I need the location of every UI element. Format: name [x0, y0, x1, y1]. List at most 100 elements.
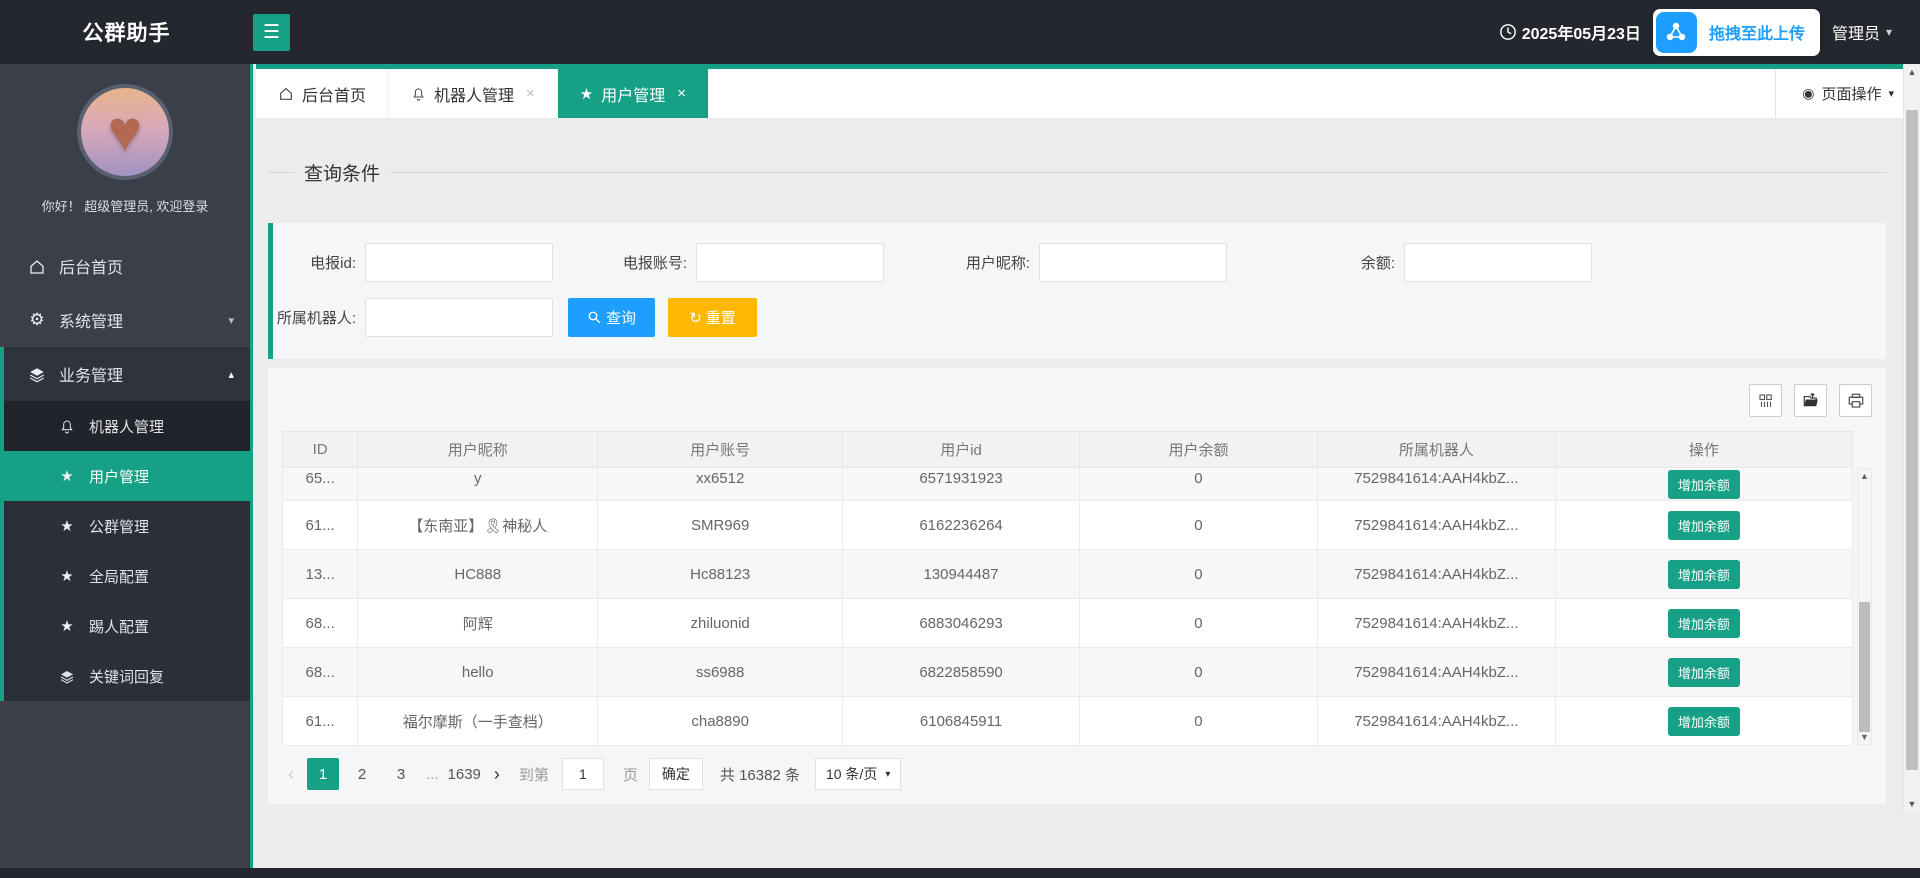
star-icon: ★	[57, 517, 77, 535]
layers-icon	[27, 364, 47, 384]
cell-balance: 0	[1080, 697, 1318, 746]
sidebar-item-system[interactable]: ⚙ 系统管理 ▾	[0, 293, 250, 347]
add-balance-button[interactable]: 增加余额	[1668, 560, 1740, 589]
nickname-input[interactable]	[1039, 243, 1227, 282]
sidebar-item-kick[interactable]: ★ 踢人配置	[4, 601, 250, 651]
search-icon	[587, 310, 602, 325]
sidebar-item-home[interactable]: 后台首页	[0, 239, 250, 293]
tg-id-label: 电报id:	[273, 252, 365, 273]
avatar[interactable]: ♥	[77, 84, 173, 180]
sidebar-item-business[interactable]: 业务管理 ▴	[4, 347, 250, 401]
search-button[interactable]: 查询	[568, 298, 655, 337]
prev-page-icon[interactable]: ‹	[282, 764, 300, 785]
add-balance-button[interactable]: 增加余额	[1668, 609, 1740, 638]
sidebar-item-user[interactable]: ★ 用户管理	[4, 451, 250, 501]
search-button-label: 查询	[606, 307, 636, 328]
table-row: 68... hello ss6988 6822858590 0 75298416…	[283, 648, 1853, 697]
page-button-last[interactable]: 1639	[448, 758, 481, 790]
export-button[interactable]	[1794, 384, 1827, 417]
goto-page-input[interactable]	[562, 758, 604, 790]
table-panel: ID 用户昵称 用户账号 用户id 用户余额 所属机器人 操作 65...	[268, 368, 1886, 804]
scroll-up-icon[interactable]: ▲	[1858, 471, 1871, 481]
col-header-balance[interactable]: 用户余额	[1080, 432, 1318, 468]
sidebar-item-label: 公群管理	[89, 516, 149, 537]
scroll-down-icon[interactable]: ▼	[1858, 732, 1871, 742]
page-scrollbar[interactable]: ▲ ▼	[1903, 64, 1920, 812]
close-icon[interactable]: ×	[677, 85, 686, 102]
scroll-down-icon[interactable]: ▼	[1904, 799, 1920, 809]
cell-nickname: y	[358, 468, 598, 501]
page-button-1[interactable]: 1	[307, 758, 339, 790]
hamburger-menu-button[interactable]: ☰	[253, 14, 290, 51]
columns-filter-button[interactable]	[1749, 384, 1782, 417]
upload-dropzone[interactable]: 拖拽至此上传	[1653, 9, 1820, 56]
col-header-bot[interactable]: 所属机器人	[1317, 432, 1555, 468]
cell-account: ss6988	[598, 648, 843, 697]
cell-balance: 0	[1080, 599, 1318, 648]
user-menu[interactable]: 管理员 ▾	[1832, 20, 1892, 44]
sidebar-menu: 后台首页 ⚙ 系统管理 ▾ 业务管理 ▴ 机器人管理	[0, 239, 250, 701]
bot-label: 所属机器人:	[273, 307, 365, 328]
chevron-down-icon: ▾	[1886, 25, 1892, 39]
table-scrollbar[interactable]: ▲ ▼	[1857, 468, 1872, 745]
page-operations-dropdown[interactable]: ◉ 页面操作 ▾	[1775, 69, 1920, 118]
cell-id: 68...	[283, 599, 358, 648]
col-header-nickname[interactable]: 用户昵称	[358, 432, 598, 468]
tab-home[interactable]: 后台首页	[256, 69, 389, 118]
tab-user[interactable]: ★ 用户管理 ×	[558, 69, 709, 118]
user-table: ID 用户昵称 用户账号 用户id 用户余额 所属机器人 操作 65...	[282, 431, 1872, 746]
tab-bar: 后台首页 机器人管理 × ★ 用户管理 × ◉ 页面操作 ▾	[256, 64, 1920, 119]
add-balance-button[interactable]: 增加余额	[1668, 658, 1740, 687]
page-button-2[interactable]: 2	[346, 758, 378, 790]
cell-balance: 0	[1080, 648, 1318, 697]
bot-input[interactable]	[365, 298, 553, 337]
add-balance-button[interactable]: 增加余额	[1668, 511, 1740, 540]
table-scrollbar-thumb[interactable]	[1859, 602, 1870, 732]
upload-dropzone-label: 拖拽至此上传	[1697, 20, 1817, 44]
chevron-down-icon: ▾	[1888, 87, 1894, 100]
page-button-3[interactable]: 3	[385, 758, 417, 790]
reset-button[interactable]: ↻ 重置	[668, 298, 757, 337]
table-body: 65... y xx6512 6571931923 0 7529841614:A…	[283, 468, 1853, 746]
cell-balance: 0	[1080, 550, 1318, 599]
balance-label: 余额:	[1309, 252, 1404, 273]
page-scrollbar-thumb[interactable]	[1906, 110, 1918, 770]
col-header-account[interactable]: 用户账号	[598, 432, 843, 468]
balance-input[interactable]	[1404, 243, 1592, 282]
tg-account-input[interactable]	[696, 243, 884, 282]
cell-id: 61...	[283, 697, 358, 746]
refresh-icon: ↻	[689, 309, 702, 327]
col-header-userid[interactable]: 用户id	[843, 432, 1080, 468]
query-panel: 电报id: 电报账号: 用户昵称: 余额: 所属机器人: 查询 ↻ 重置	[268, 223, 1886, 359]
sidebar-item-label: 机器人管理	[89, 416, 164, 437]
cell-userid: 130944487	[843, 550, 1080, 599]
cell-userid: 6571931923	[843, 468, 1080, 501]
sidebar-item-group[interactable]: ★ 公群管理	[4, 501, 250, 551]
add-balance-button[interactable]: 增加余额	[1668, 707, 1740, 736]
col-header-id[interactable]: ID	[283, 432, 358, 468]
chevron-down-icon: ▾	[228, 314, 234, 327]
heart-icon: ♥	[108, 103, 142, 161]
topbar: 公群助手 ☰ 2025年05月23日 拖拽至此上传 管理员 ▾	[0, 0, 1920, 64]
pagination: ‹ 1 2 3 ... 1639 › 到第 页 确定 共 16382 条 10 …	[282, 758, 1872, 790]
sidebar-item-robot[interactable]: 机器人管理	[4, 401, 250, 451]
sidebar-item-label: 踢人配置	[89, 616, 149, 637]
star-icon: ★	[57, 467, 77, 485]
page-size-select[interactable]: 10 条/页 ▾	[815, 758, 901, 790]
cell-account: Hc88123	[598, 550, 843, 599]
goto-confirm-button[interactable]: 确定	[649, 758, 703, 790]
sidebar-item-global[interactable]: ★ 全局配置	[4, 551, 250, 601]
tab-robot[interactable]: 机器人管理 ×	[389, 69, 558, 118]
next-page-icon[interactable]: ›	[488, 764, 506, 785]
scroll-up-icon[interactable]: ▲	[1904, 67, 1920, 77]
print-button[interactable]	[1839, 384, 1872, 417]
bullseye-icon: ◉	[1802, 85, 1814, 102]
sidebar-item-keyword[interactable]: 关键词回复	[4, 651, 250, 701]
add-balance-button[interactable]: 增加余额	[1668, 470, 1740, 499]
sidebar-item-label: 关键词回复	[89, 666, 164, 687]
close-icon[interactable]: ×	[526, 85, 535, 102]
tg-id-input[interactable]	[365, 243, 553, 282]
sidebar-group-business: 业务管理 ▴ 机器人管理 ★ 用户管理 ★ 公群管理	[0, 347, 250, 701]
col-header-actions[interactable]: 操作	[1555, 432, 1852, 468]
cell-bot: 7529841614:AAH4kbZ...	[1317, 599, 1555, 648]
